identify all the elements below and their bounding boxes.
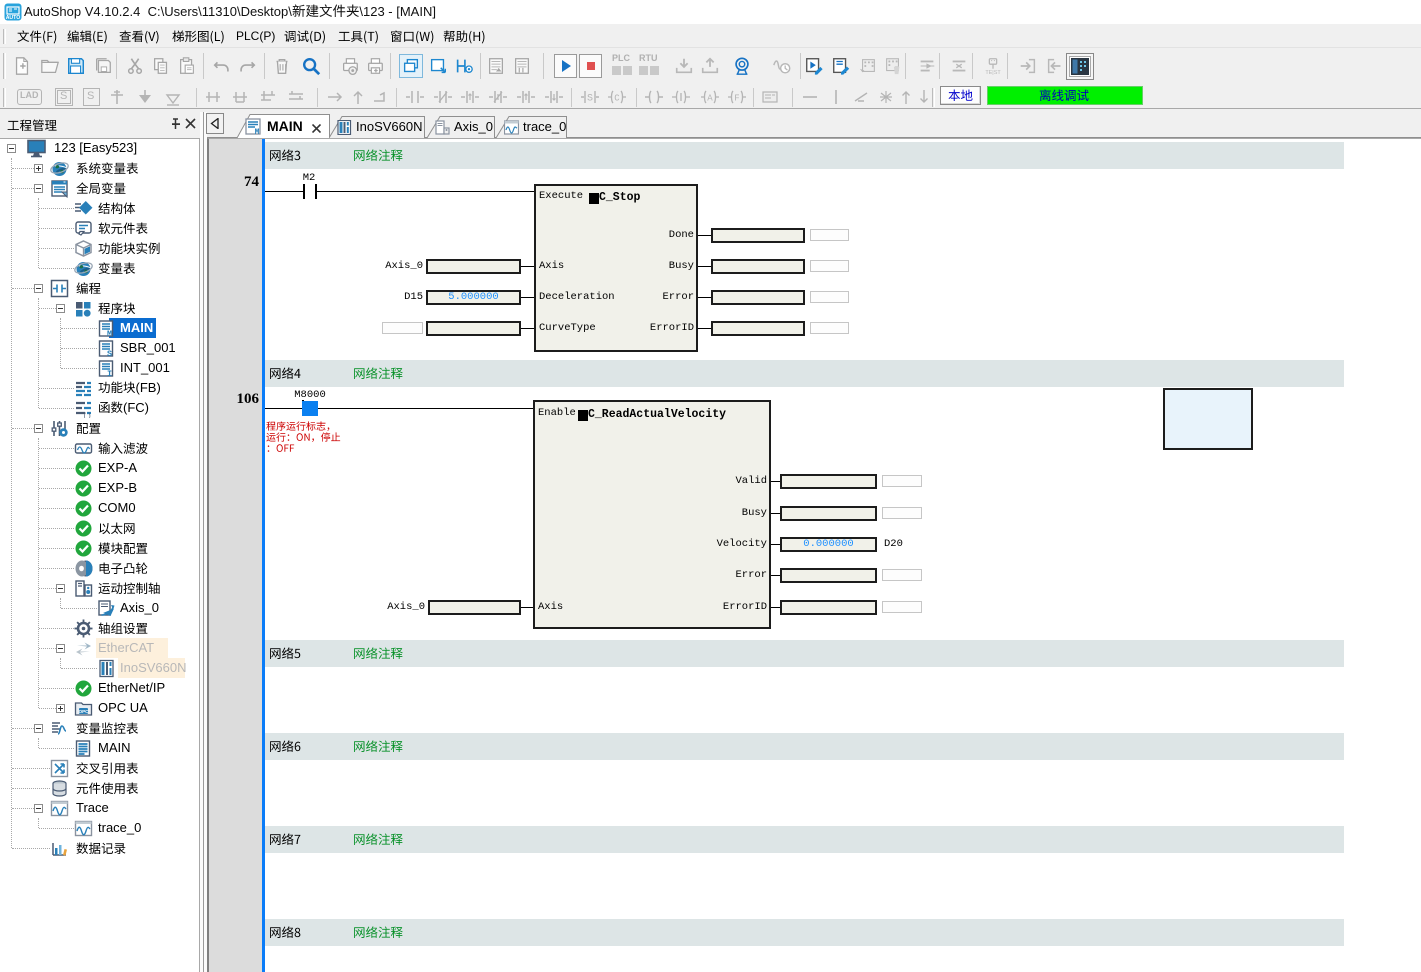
svg-text:(): () — [83, 413, 91, 418]
svg-text:A: A — [707, 94, 713, 104]
svg-text:S: S — [107, 349, 112, 358]
svg-text:M: M — [107, 329, 112, 338]
svg-text:S: S — [587, 94, 593, 105]
svg-text:C: C — [614, 94, 620, 104]
svg-text:TE|ST: TE|ST — [985, 70, 1001, 76]
svg-text:OPC: OPC — [79, 709, 90, 714]
svg-text:AUTO: AUTO — [6, 15, 21, 21]
svg-text:I: I — [107, 369, 112, 378]
svg-text:F: F — [734, 94, 739, 104]
svg-text:M: M — [255, 128, 260, 135]
